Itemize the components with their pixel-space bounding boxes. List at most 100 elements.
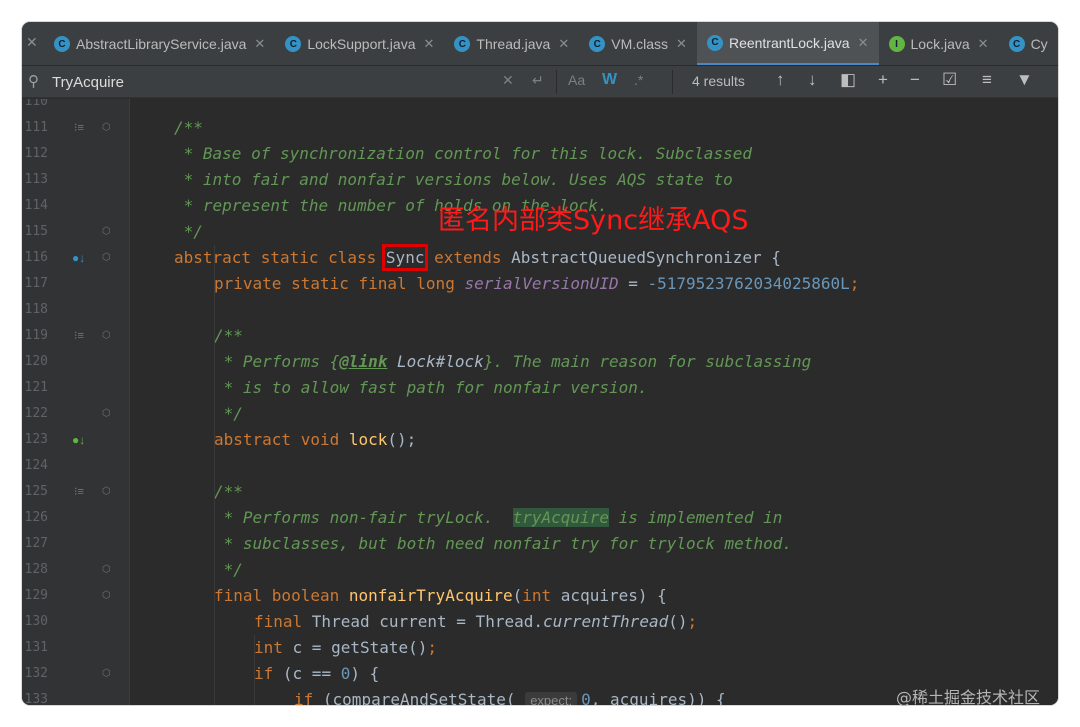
overridden-marker-icon[interactable]: ●↓	[72, 245, 85, 271]
code-line[interactable]: /**	[174, 115, 203, 141]
code-line[interactable]: * Performs non-fair tryLock. tryAcquire …	[214, 505, 782, 531]
fold-icon[interactable]: ⬡	[102, 583, 111, 609]
code-line[interactable]: * is to allow fast path for nonfair vers…	[214, 375, 648, 401]
tab-2[interactable]: C Thread.java ✕	[444, 22, 579, 65]
tab-4[interactable]: C ReentrantLock.java ✕	[696, 22, 879, 65]
search-input[interactable]	[46, 70, 546, 94]
doc-comment-icon[interactable]: ⁝≡	[74, 323, 84, 349]
code-token: * Performs non-fair tryLock.	[214, 508, 513, 527]
highlighted-class-name: Sync	[381, 244, 429, 271]
close-icon[interactable]: ✕	[26, 34, 38, 51]
filter-options-icon[interactable]: ≡	[982, 70, 992, 90]
code-token: /**	[214, 482, 243, 501]
class-icon: C	[285, 36, 302, 52]
fold-icon[interactable]: ⬡	[102, 323, 111, 349]
remove-selection-icon[interactable]: −	[910, 70, 920, 90]
code-token: }. The main reason for subclassing	[483, 352, 812, 371]
fold-icon[interactable]: ⬡	[102, 479, 111, 505]
implemented-marker-icon[interactable]: ●↓	[72, 427, 85, 453]
indent-guide	[254, 635, 255, 705]
code-line[interactable]: /**	[214, 323, 243, 349]
code-token: (c ==	[282, 664, 341, 683]
regex-button[interactable]: .*	[634, 72, 643, 88]
code-token: /**	[214, 326, 243, 345]
close-tab-icon[interactable]: ✕	[978, 36, 989, 52]
tab-0[interactable]: C AbstractLibraryService.java ✕	[44, 22, 275, 65]
code-line[interactable]: * Performs {@link Lock#lock}. The main r…	[214, 349, 812, 375]
code-line[interactable]: private static final long serialVersionU…	[214, 271, 859, 297]
code-token: int	[522, 586, 561, 605]
select-all-occurrences-icon[interactable]: ☑	[942, 70, 957, 90]
search-icon[interactable]: ⚲	[28, 72, 39, 90]
line-gutter: 110 111 ⁝≡ ⬡ 112 113 114 115 ⬡ 116 ●↓ ⬡ 117 118 119 ⁝≡ ⬡…	[22, 99, 130, 705]
fold-icon[interactable]: ⬡	[102, 115, 111, 141]
tab-1[interactable]: C LockSupport.java ✕	[275, 22, 444, 65]
fold-icon[interactable]: ⬡	[102, 557, 111, 583]
code-token: * Base of synchronization control for th…	[174, 144, 752, 163]
class-icon: C	[54, 36, 70, 52]
code-line[interactable]: if (compareAndSetState( expect: 0, acquir…	[294, 687, 726, 705]
code-token: abstract void	[214, 430, 349, 449]
add-selection-icon[interactable]: +	[878, 70, 888, 90]
line-number: 129	[24, 588, 48, 603]
code-line[interactable]: */	[174, 219, 203, 245]
code-token: serialVersionUID	[464, 274, 619, 293]
arrow-up-icon[interactable]: ↑	[776, 70, 785, 90]
parameter-hint: expect:	[525, 692, 578, 705]
code-token: abstract static class	[174, 248, 386, 267]
fold-icon[interactable]: ⬡	[102, 245, 111, 271]
class-icon: C	[454, 36, 471, 52]
doc-comment-icon[interactable]: ⁝≡	[74, 115, 84, 141]
close-tab-icon[interactable]: ✕	[558, 36, 569, 52]
ide-window: ✕ C AbstractLibraryService.java ✕ C LockSupp…	[22, 22, 1058, 705]
code-line[interactable]: int c = getState();	[254, 635, 437, 661]
code-token: 0	[581, 690, 591, 705]
code-line[interactable]: */	[214, 557, 243, 583]
code-token: ;	[849, 274, 860, 293]
arrow-down-icon[interactable]: ↓	[808, 70, 817, 90]
code-line[interactable]: * subclasses, but both need nonfair try …	[214, 531, 792, 557]
select-all-icon[interactable]: ◧	[840, 70, 856, 90]
close-tab-icon[interactable]: ✕	[254, 36, 265, 52]
tab-5[interactable]: I Lock.java ✕	[879, 22, 999, 65]
code-line[interactable]: /**	[214, 479, 243, 505]
code-line[interactable]: if (c == 0) {	[254, 661, 379, 687]
code-area[interactable]: /** * Base of synchronization control fo…	[130, 99, 1058, 705]
class-icon: C	[1008, 36, 1025, 52]
tab-3[interactable]: C VM.class ✕	[579, 22, 697, 65]
code-token: if	[294, 690, 323, 705]
code-line[interactable]: * into fair and nonfair versions below. …	[174, 167, 733, 193]
line-number: 121	[24, 380, 48, 395]
tab-6[interactable]: C Cy	[999, 22, 1058, 65]
editor-tab-bar: ✕ C AbstractLibraryService.java ✕ C LockSupp…	[22, 22, 1058, 66]
code-token: acquires) {	[560, 586, 667, 605]
code-token: final	[254, 612, 312, 631]
code-line[interactable]: final Thread current = Thread.currentThr…	[254, 609, 697, 635]
doc-comment-icon[interactable]: ⁝≡	[74, 479, 84, 505]
code-token: -5179523762034025860L	[647, 274, 850, 293]
line-number: 114	[24, 198, 48, 213]
code-token: Thread current = Thread.	[311, 612, 543, 631]
close-tab-icon[interactable]: ✕	[858, 35, 869, 51]
match-case-button[interactable]: Aa	[568, 72, 585, 88]
code-line[interactable]: * Base of synchronization control for th…	[174, 141, 752, 167]
code-line[interactable]: */	[214, 401, 243, 427]
close-tab-icon[interactable]: ✕	[424, 36, 435, 52]
fold-icon[interactable]: ⬡	[102, 219, 111, 245]
class-icon: C	[706, 34, 723, 51]
code-token: currentThread	[542, 612, 669, 631]
code-editor[interactable]: 110 111 ⁝≡ ⬡ 112 113 114 115 ⬡ 116 ●↓ ⬡ 117 118 119 ⁝≡ ⬡…	[22, 99, 1058, 705]
new-line-icon[interactable]: ↵	[532, 72, 544, 89]
clear-search-icon[interactable]: ✕	[502, 72, 514, 89]
filter-icon[interactable]: ▼	[1016, 70, 1033, 90]
words-button[interactable]: W	[602, 71, 617, 89]
code-line[interactable]: final boolean nonfairTryAcquire(int acqu…	[214, 583, 667, 609]
fold-icon[interactable]: ⬡	[102, 401, 111, 427]
close-tab-icon[interactable]: ✕	[676, 36, 687, 52]
code-token: ()	[668, 612, 688, 631]
line-number: 132	[24, 666, 48, 681]
code-line[interactable]: abstract void lock();	[214, 427, 416, 453]
fold-icon[interactable]: ⬡	[102, 661, 111, 687]
code-token: (	[512, 586, 523, 605]
code-line[interactable]: abstract static class Sync extends Abstr…	[174, 244, 781, 271]
